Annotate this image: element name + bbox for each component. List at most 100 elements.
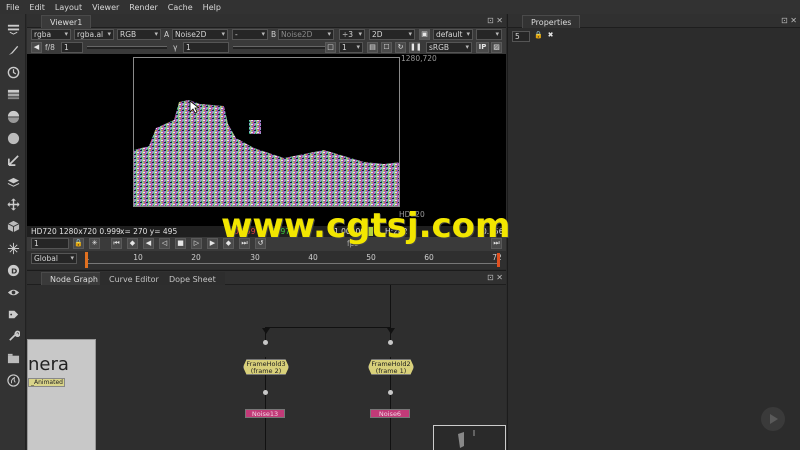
menu-file[interactable]: File xyxy=(6,3,19,12)
gain-slider[interactable] xyxy=(87,46,167,49)
menu-layout[interactable]: Layout xyxy=(55,3,82,12)
first-frame-icon[interactable]: ⏮ xyxy=(111,238,122,249)
display-channels-select[interactable]: RGB xyxy=(117,29,161,40)
roi-icon[interactable]: □ xyxy=(325,42,336,53)
image-tools-icon[interactable] xyxy=(5,20,21,36)
gamma-input[interactable]: 1 xyxy=(183,42,229,53)
frame-input[interactable]: 1 xyxy=(31,238,69,249)
arrow-left-icon xyxy=(262,328,270,334)
tab-curve-editor[interactable]: Curve Editor xyxy=(100,272,168,285)
region-icon[interactable]: ▤ xyxy=(367,42,378,53)
lut-select[interactable]: default xyxy=(433,29,473,40)
lock-panel-icon[interactable]: 🔒 xyxy=(533,31,544,42)
pane-float-close-icon[interactable]: ⊡ ✕ xyxy=(487,16,503,25)
tab-properties[interactable]: Properties xyxy=(522,15,581,28)
camera-backdrop[interactable]: nera _Animated xyxy=(27,339,96,450)
view-mode-select[interactable]: 2D xyxy=(369,29,415,40)
navigator-preview xyxy=(458,430,475,448)
properties-panel: Properties ⊡ ✕ 5 🔒 ✖ xyxy=(507,14,800,450)
views-eye-icon[interactable] xyxy=(5,284,21,300)
furnace-icon[interactable] xyxy=(5,372,21,388)
menu-edit[interactable]: Edit xyxy=(29,3,45,12)
toolsets-wrench-icon[interactable] xyxy=(5,328,21,344)
channel-icon[interactable] xyxy=(5,86,21,102)
output-dot[interactable] xyxy=(388,390,393,395)
play-back-icon[interactable]: ◁ xyxy=(159,238,170,249)
viewer-controls-row1: rgba rgba.al RGB A Noise2D - B Noise2D ÷… xyxy=(27,28,506,41)
arrow-right-icon xyxy=(387,328,395,334)
tab-node-graph[interactable]: Node Graph xyxy=(41,272,107,285)
input-dot[interactable] xyxy=(388,340,393,345)
menu-viewer[interactable]: Viewer xyxy=(92,3,119,12)
gain-toggle-icon[interactable]: ◀ xyxy=(31,42,42,53)
lock-icon[interactable]: ☐ xyxy=(381,42,392,53)
properties-float-close-icon[interactable]: ⊡ ✕ xyxy=(781,16,797,25)
tool-bar: D xyxy=(0,14,26,450)
playhead-marker[interactable] xyxy=(85,252,88,268)
tab-dope-sheet[interactable]: Dope Sheet xyxy=(160,272,225,285)
framehold3-node[interactable]: FrameHold3 (frame 2) xyxy=(243,359,289,375)
channels-select[interactable]: rgba xyxy=(31,29,71,40)
paint-brush-icon[interactable] xyxy=(5,42,21,58)
node-graph-canvas[interactable]: nera _Animated FrameHold3 (frame 2) Fram… xyxy=(27,285,506,450)
out-point-marker[interactable] xyxy=(497,253,500,267)
time-clock-icon[interactable] xyxy=(5,64,21,80)
wipe-icon[interactable]: ▨ xyxy=(491,42,502,53)
merge-layers-icon[interactable] xyxy=(5,174,21,190)
gamma-slider[interactable] xyxy=(233,46,333,49)
menu-render[interactable]: Render xyxy=(129,3,157,12)
menu-bar: File Edit Layout Viewer Render Cache Hel… xyxy=(0,0,800,14)
mouse-cursor-icon xyxy=(189,100,199,114)
timeline[interactable]: Global 1 10 20 30 40 50 60 72 xyxy=(27,251,506,269)
filter-circle-icon[interactable] xyxy=(5,130,21,146)
prev-key-icon[interactable]: ◆ xyxy=(127,238,138,249)
input-b-select[interactable]: Noise2D xyxy=(278,29,334,40)
input-dot[interactable] xyxy=(263,340,268,345)
3d-cube-icon[interactable] xyxy=(5,218,21,234)
nodegraph-float-close-icon[interactable]: ⊡ ✕ xyxy=(487,273,503,282)
framehold2-node[interactable]: FrameHold2 (frame 1) xyxy=(368,359,414,375)
alpha-channel-select[interactable]: rgba.al xyxy=(74,29,114,40)
keyer-icon[interactable] xyxy=(5,152,21,168)
animated-node[interactable]: _Animated xyxy=(28,378,65,387)
metadata-tag-icon[interactable] xyxy=(5,306,21,322)
freeze-icon[interactable]: ✳ xyxy=(89,238,100,249)
graph-navigator[interactable] xyxy=(433,425,506,450)
prev-frame-icon[interactable]: ◀ xyxy=(143,238,154,249)
color-icon[interactable] xyxy=(5,108,21,124)
pause-icon[interactable]: ❚❚ xyxy=(409,42,422,53)
noise13-node[interactable]: Noise13 xyxy=(245,409,285,418)
other-panel-icon[interactable] xyxy=(5,350,21,366)
output-dot[interactable] xyxy=(263,390,268,395)
tick-20: 20 xyxy=(191,253,201,262)
input-a-select[interactable]: Noise2D xyxy=(172,29,228,40)
input-b-label: B xyxy=(271,30,277,39)
colorspace-select[interactable]: sRGB xyxy=(426,42,472,53)
menu-cache[interactable]: Cache xyxy=(168,3,193,12)
stop-icon[interactable]: ■ xyxy=(175,238,186,249)
proxy-select[interactable]: 1 xyxy=(339,42,363,53)
camera-icon[interactable]: ▣ xyxy=(419,29,430,40)
deep-d-icon[interactable]: D xyxy=(5,262,21,278)
next-frame-icon[interactable]: ▶ xyxy=(207,238,218,249)
wire-horizontal xyxy=(265,327,391,328)
composite-op-select[interactable]: - xyxy=(232,29,268,40)
noise6-node[interactable]: Noise6 xyxy=(370,409,410,418)
particles-icon[interactable] xyxy=(5,240,21,256)
clear-panels-icon[interactable]: ✖ xyxy=(545,31,556,42)
backdrop-title: nera xyxy=(28,354,69,375)
tab-viewer1[interactable]: Viewer1 xyxy=(41,15,92,28)
extra-select[interactable] xyxy=(476,29,502,40)
node-graph-panel: Node Graph Curve Editor Dope Sheet ⊡ ✕ n… xyxy=(27,270,506,450)
menu-help[interactable]: Help xyxy=(203,3,221,12)
refresh-icon[interactable]: ↻ xyxy=(395,42,406,53)
viewer-viewport[interactable]: 1280,720 HD720 xyxy=(27,54,506,226)
downscale-select[interactable]: ÷3 xyxy=(339,29,365,40)
transform-icon[interactable] xyxy=(5,196,21,212)
lock-range-icon[interactable]: 🔒 xyxy=(73,238,84,249)
range-mode-select[interactable]: Global xyxy=(31,253,77,264)
gain-input[interactable]: 1 xyxy=(61,42,83,53)
input-process-button[interactable]: IP xyxy=(476,42,489,53)
play-forward-icon[interactable]: ▷ xyxy=(191,238,202,249)
max-panels-input[interactable]: 5 xyxy=(512,31,530,42)
